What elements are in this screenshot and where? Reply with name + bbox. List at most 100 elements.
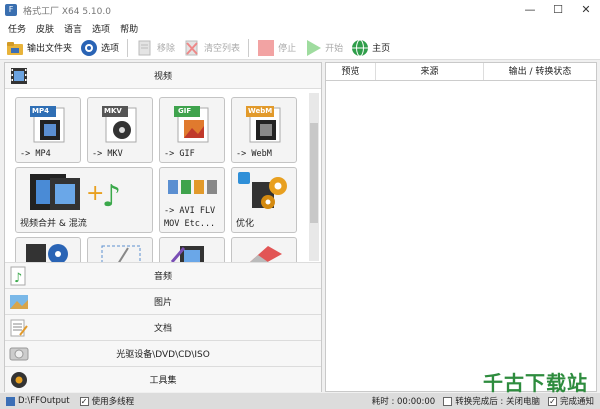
film-icon bbox=[9, 66, 29, 86]
output-path: D:\FFOutput bbox=[18, 396, 70, 406]
settings-disc-icon bbox=[80, 39, 98, 57]
category-label: 音频 bbox=[153, 272, 172, 282]
close-button[interactable]: ✕ bbox=[572, 0, 600, 20]
tile-to-mkv[interactable]: MKV -> MKV bbox=[87, 97, 153, 163]
tile-label: -> GIF bbox=[164, 149, 195, 159]
tile-to-webm[interactable]: WebM -> WebM bbox=[231, 97, 297, 163]
minimize-button[interactable]: — bbox=[516, 0, 544, 20]
maximize-button[interactable]: ☐ bbox=[544, 0, 572, 20]
output-path-item[interactable]: D:\FFOutput bbox=[6, 396, 70, 406]
notify-toggle[interactable]: ✓ 完成通知 bbox=[547, 395, 594, 407]
eraser-icon bbox=[250, 246, 282, 262]
crop-icon bbox=[101, 245, 141, 262]
category-image[interactable]: 图片 bbox=[5, 288, 321, 314]
menu-help[interactable]: 帮助 bbox=[120, 22, 138, 35]
folder-small-icon bbox=[6, 396, 15, 406]
tile-badge: WebM bbox=[248, 107, 273, 115]
window-controls: — ☐ ✕ bbox=[516, 0, 600, 20]
menu-language[interactable]: 语言 bbox=[64, 22, 82, 35]
remove-button[interactable]: 移除 bbox=[136, 37, 175, 59]
optimize-gear-icon bbox=[238, 172, 287, 209]
window-title: 格式工厂 X64 5.10.0 bbox=[23, 6, 111, 17]
after-convert-label: 转换完成后 : 关闭电脑 bbox=[455, 397, 540, 407]
video-tiles: MP4 -> MP4 MKV -> MKV GIF -> GIF WebM ->… bbox=[5, 89, 321, 262]
video-edit-icon bbox=[170, 246, 204, 262]
watermark-logo: 千古下载站 bbox=[483, 371, 588, 395]
column-source[interactable]: 来源 bbox=[376, 63, 484, 80]
column-preview[interactable]: 预览 bbox=[326, 63, 376, 80]
category-video[interactable]: 视频 bbox=[5, 63, 321, 89]
start-button[interactable]: 开始 bbox=[304, 37, 343, 59]
picture-icon bbox=[9, 292, 29, 312]
category-label: 文档 bbox=[153, 324, 172, 334]
toolbar-divider bbox=[248, 38, 250, 57]
multi-format-icon bbox=[168, 180, 217, 194]
folder-icon bbox=[6, 39, 24, 57]
tiles-scrollbar[interactable] bbox=[309, 93, 319, 261]
toolbar-divider bbox=[127, 38, 129, 57]
toolbar: 输出文件夹 选项 移除 清空列表 停止 开始 主页 bbox=[0, 36, 600, 60]
tile-to-avi-flv-mov[interactable]: -> AVI FLV MOV Etc... bbox=[159, 167, 225, 233]
menu-skin[interactable]: 皮肤 bbox=[36, 22, 54, 35]
tile-badge: GIF bbox=[178, 107, 192, 115]
checkbox-unchecked-icon[interactable] bbox=[443, 396, 453, 406]
document-remove-icon bbox=[136, 39, 154, 57]
category-label: 工具集 bbox=[149, 376, 177, 386]
function-panel: 视频 MP4 -> MP4 MKV -> MKV GIF -> GIF WebM… bbox=[4, 62, 322, 392]
task-table-header: 预览 来源 输出 / 转换状态 bbox=[326, 63, 596, 81]
svg-text:♪: ♪ bbox=[14, 271, 22, 286]
play-icon bbox=[304, 39, 322, 57]
category-document[interactable]: 文档 bbox=[5, 314, 321, 340]
status-bar: D:\FFOutput ✓ 使用多线程 耗时 : 00:00:00 转换完成后 … bbox=[0, 393, 600, 409]
category-optical-drive[interactable]: 光驱设备\DVD\CD\ISO bbox=[5, 340, 321, 366]
app-logo-icon: F bbox=[5, 4, 17, 16]
disc-drive-icon bbox=[9, 344, 29, 364]
tile-to-mp4[interactable]: MP4 -> MP4 bbox=[15, 97, 81, 163]
task-list-panel: 预览 来源 输出 / 转换状态 bbox=[325, 62, 597, 392]
globe-icon bbox=[351, 39, 369, 57]
tile-label: -> MP4 bbox=[20, 149, 51, 159]
category-audio[interactable]: ♪ 音频 bbox=[5, 262, 321, 288]
document-icon bbox=[9, 318, 29, 338]
tile-label: 优化 bbox=[236, 219, 255, 229]
stop-icon bbox=[257, 39, 275, 57]
column-output-status[interactable]: 输出 / 转换状态 bbox=[484, 63, 596, 80]
scrollbar-thumb[interactable] bbox=[310, 123, 318, 223]
tile-label: -> MKV bbox=[92, 149, 123, 159]
stop-button[interactable]: 停止 bbox=[257, 37, 296, 59]
category-label: 图片 bbox=[153, 298, 172, 308]
menu-options[interactable]: 选项 bbox=[92, 22, 110, 35]
svg-text:♪: ♪ bbox=[102, 179, 121, 214]
multithread-label: 使用多线程 bbox=[91, 397, 135, 407]
menu-task[interactable]: 任务 bbox=[8, 22, 26, 35]
checkbox-checked-icon[interactable]: ✓ bbox=[547, 396, 557, 406]
menu-bar: 任务 皮肤 语言 选项 帮助 bbox=[0, 20, 600, 36]
notify-label: 完成通知 bbox=[559, 397, 594, 407]
tile-badge: MP4 bbox=[32, 107, 49, 115]
tile-label-line1: -> AVI FLV bbox=[164, 206, 216, 216]
tile-video-row3-4[interactable] bbox=[231, 237, 297, 262]
tile-video-row3-1[interactable] bbox=[15, 237, 81, 262]
merge-film-music-icon: + ♪ bbox=[30, 174, 121, 214]
title-bar: F 格式工厂 X64 5.10.0 — ☐ ✕ bbox=[0, 0, 600, 20]
tile-video-row3-3[interactable] bbox=[159, 237, 225, 262]
tile-video-merge[interactable]: + ♪ 视频合并 & 混流 bbox=[15, 167, 153, 233]
multithread-toggle[interactable]: ✓ 使用多线程 bbox=[79, 395, 135, 407]
tile-badge: MKV bbox=[104, 107, 122, 115]
category-label: 光驱设备\DVD\CD\ISO bbox=[116, 350, 210, 360]
home-button[interactable]: 主页 bbox=[351, 37, 390, 59]
after-convert-toggle[interactable]: 转换完成后 : 关闭电脑 bbox=[443, 395, 540, 407]
music-note-icon: ♪ bbox=[9, 266, 29, 286]
tile-label: -> WebM bbox=[236, 149, 272, 159]
output-folder-button[interactable]: 输出文件夹 bbox=[6, 37, 72, 59]
category-tools[interactable]: 工具集 bbox=[5, 366, 321, 392]
options-button[interactable]: 选项 bbox=[80, 37, 119, 59]
tile-label: 视频合并 & 混流 bbox=[20, 219, 87, 229]
tile-optimize[interactable]: 优化 bbox=[231, 167, 297, 233]
clear-list-button[interactable]: 清空列表 bbox=[183, 37, 240, 59]
checkbox-checked-icon[interactable]: ✓ bbox=[79, 396, 89, 406]
video-reel-icon bbox=[26, 244, 68, 262]
tile-video-row3-2[interactable] bbox=[87, 237, 153, 262]
tile-label-line2: MOV Etc... bbox=[164, 219, 216, 229]
tile-to-gif[interactable]: GIF -> GIF bbox=[159, 97, 225, 163]
